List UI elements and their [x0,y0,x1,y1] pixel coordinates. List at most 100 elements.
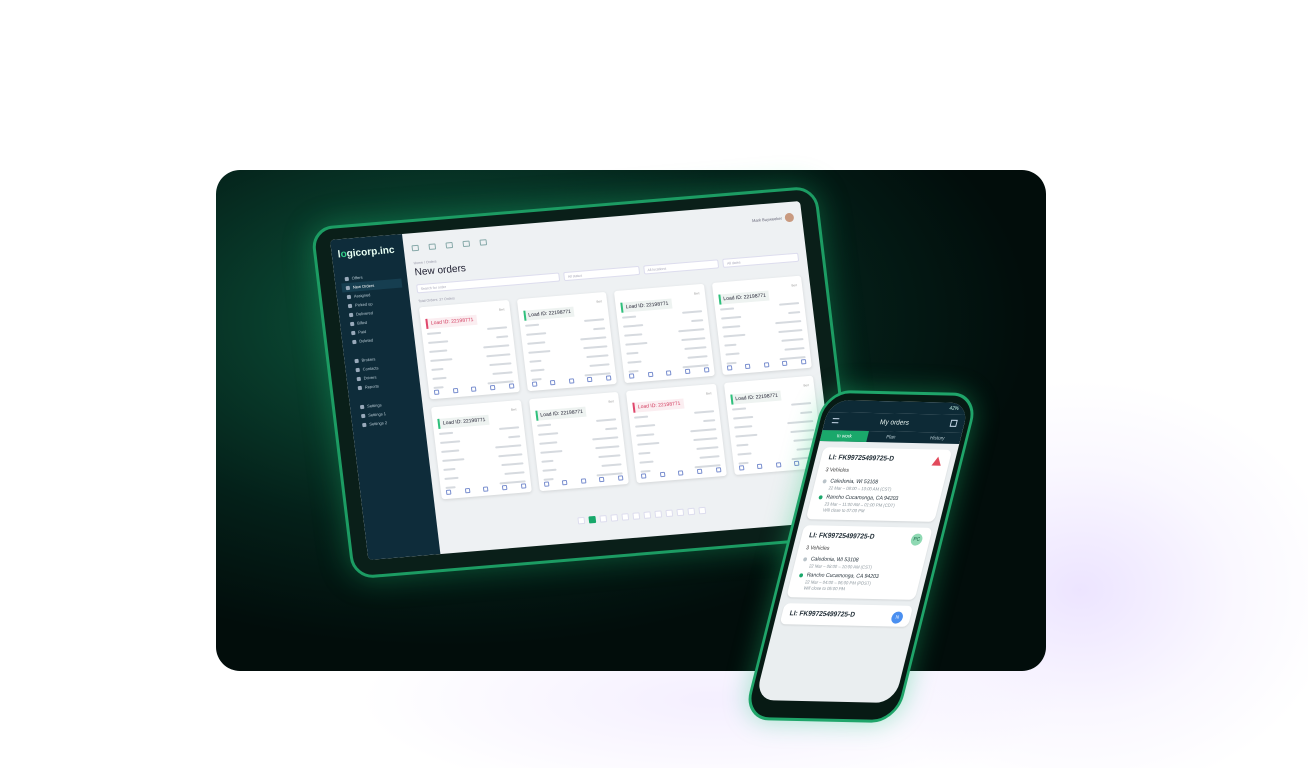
location-filter[interactable]: All locations [642,259,720,275]
avatar [784,212,795,222]
page-button[interactable] [621,513,630,521]
print-icon[interactable] [775,462,782,468]
more-icon[interactable] [605,375,612,381]
page-button[interactable] [588,515,597,524]
box-icon[interactable] [462,240,471,248]
print-icon[interactable] [580,478,587,484]
nav-icon [352,339,357,344]
more-icon[interactable] [520,483,526,489]
shipment-card[interactable]: LI: FK99725499725-D PC 3 Vehicles Caledonia… [786,525,933,600]
tablet-screen: logicorp.inc Offers New Orders Assigned Pic… [330,200,839,561]
nav-icon [360,413,366,418]
main-content: Mark Buyweeker Home / Orders New orders … [402,201,838,554]
more-icon[interactable] [800,359,807,365]
print-icon[interactable] [666,370,672,376]
phone-header: My orders [822,412,967,433]
sidebar-item-label: Brokers [361,356,376,363]
more-icon[interactable] [715,467,721,473]
status-badge: Bert [510,407,517,412]
menu-icon[interactable] [411,244,420,252]
print-icon[interactable] [763,362,770,368]
delete-icon[interactable] [794,460,800,467]
page-button[interactable] [676,508,685,517]
assign-icon[interactable] [647,371,654,378]
assign-icon[interactable] [659,471,666,478]
edit-icon[interactable] [433,389,440,395]
page-button[interactable] [665,509,674,518]
shipment-card[interactable]: LI: FK99725499725-D 3 Vehicles Caledonia, … [805,447,953,522]
delete-icon[interactable] [501,484,508,491]
assign-icon[interactable] [452,387,459,394]
order-card[interactable]: Load ID: 22198771 Bert [711,275,812,376]
chat-icon[interactable] [428,243,437,250]
page-button[interactable] [632,512,641,520]
load-id: Load ID: 22198771 [437,414,490,429]
edit-icon[interactable] [445,489,452,495]
shipment-id: LI: FK99725499725-D [827,454,895,463]
shipment-card[interactable]: LI: FK99725499725-D N [779,603,914,627]
print-icon[interactable] [483,486,489,492]
logo: logicorp.inc [337,244,396,261]
page-button[interactable] [610,514,619,522]
page-button[interactable] [599,514,608,523]
qr-scan-icon[interactable] [949,419,958,427]
edit-icon[interactable] [543,481,549,487]
hamburger-icon[interactable] [831,418,840,424]
date-filter[interactable]: All dates [722,252,800,268]
print-icon[interactable] [471,386,477,392]
order-card[interactable]: Load ID: 22198771 Bert [528,391,629,492]
truck-icon[interactable] [445,241,454,249]
order-card[interactable]: Load ID: 22198771 Bert [430,399,532,500]
warning-icon [931,456,943,466]
sidebar-item-label: Offers [351,274,363,281]
tab-plan[interactable]: Plan [866,431,915,443]
delete-icon[interactable] [587,376,593,383]
edit-icon[interactable] [628,373,635,379]
delete-icon[interactable] [696,468,703,475]
delete-icon[interactable] [684,368,691,375]
page-button[interactable] [577,516,586,525]
order-card[interactable]: Load ID: 22198771 Bert [625,383,727,484]
sidebar-item-label: Assigned [353,292,371,299]
status-filter[interactable]: All status [563,265,640,282]
origin-time: 22 Mar – 08:00 – 10:00 AM (CST) [808,563,873,570]
sidebar-item-label: Contacts [362,365,379,372]
assign-icon[interactable] [549,379,556,386]
sidebar-item-label: New Orders [352,282,375,290]
tab-in-work[interactable]: In work [819,430,869,442]
more-icon[interactable] [703,367,709,373]
assign-icon[interactable] [561,479,568,486]
print-icon[interactable] [568,378,575,384]
page-button[interactable] [654,510,663,519]
assign-icon[interactable] [744,363,751,370]
delete-icon[interactable] [782,360,788,367]
page-button[interactable] [643,511,652,519]
assign-icon[interactable] [756,463,763,470]
status-badge: Bert [693,291,700,296]
page-button[interactable] [687,507,696,516]
nav-icon [345,285,351,290]
delete-icon[interactable] [599,476,605,483]
user-menu[interactable]: Mark Buyweeker [751,212,795,224]
sidebar-item-label: Picked up [354,301,373,308]
money-icon[interactable] [479,239,488,246]
more-icon[interactable] [508,383,514,389]
nav-icon [349,321,355,326]
assign-icon[interactable] [464,487,471,494]
print-icon[interactable] [678,470,684,476]
edit-icon[interactable] [640,473,647,479]
edit-icon[interactable] [531,381,537,387]
edit-icon[interactable] [726,365,732,371]
load-id: Load ID: 22198771 [729,390,782,405]
edit-icon[interactable] [738,465,744,471]
sidebar-item-label: Drivers [363,374,377,381]
more-icon[interactable] [617,475,624,481]
page-button[interactable] [698,506,707,515]
tab-history[interactable]: History [913,432,962,444]
nav-icon [347,303,353,308]
sidebar-item-label: Settings 2 [368,420,388,427]
order-card[interactable]: Load ID: 22198771 Bert [613,283,715,384]
order-card[interactable]: Load ID: 22198771 Bert [516,291,617,392]
delete-icon[interactable] [489,384,496,391]
order-card[interactable]: Load ID: 22198771 Bert [418,299,520,400]
